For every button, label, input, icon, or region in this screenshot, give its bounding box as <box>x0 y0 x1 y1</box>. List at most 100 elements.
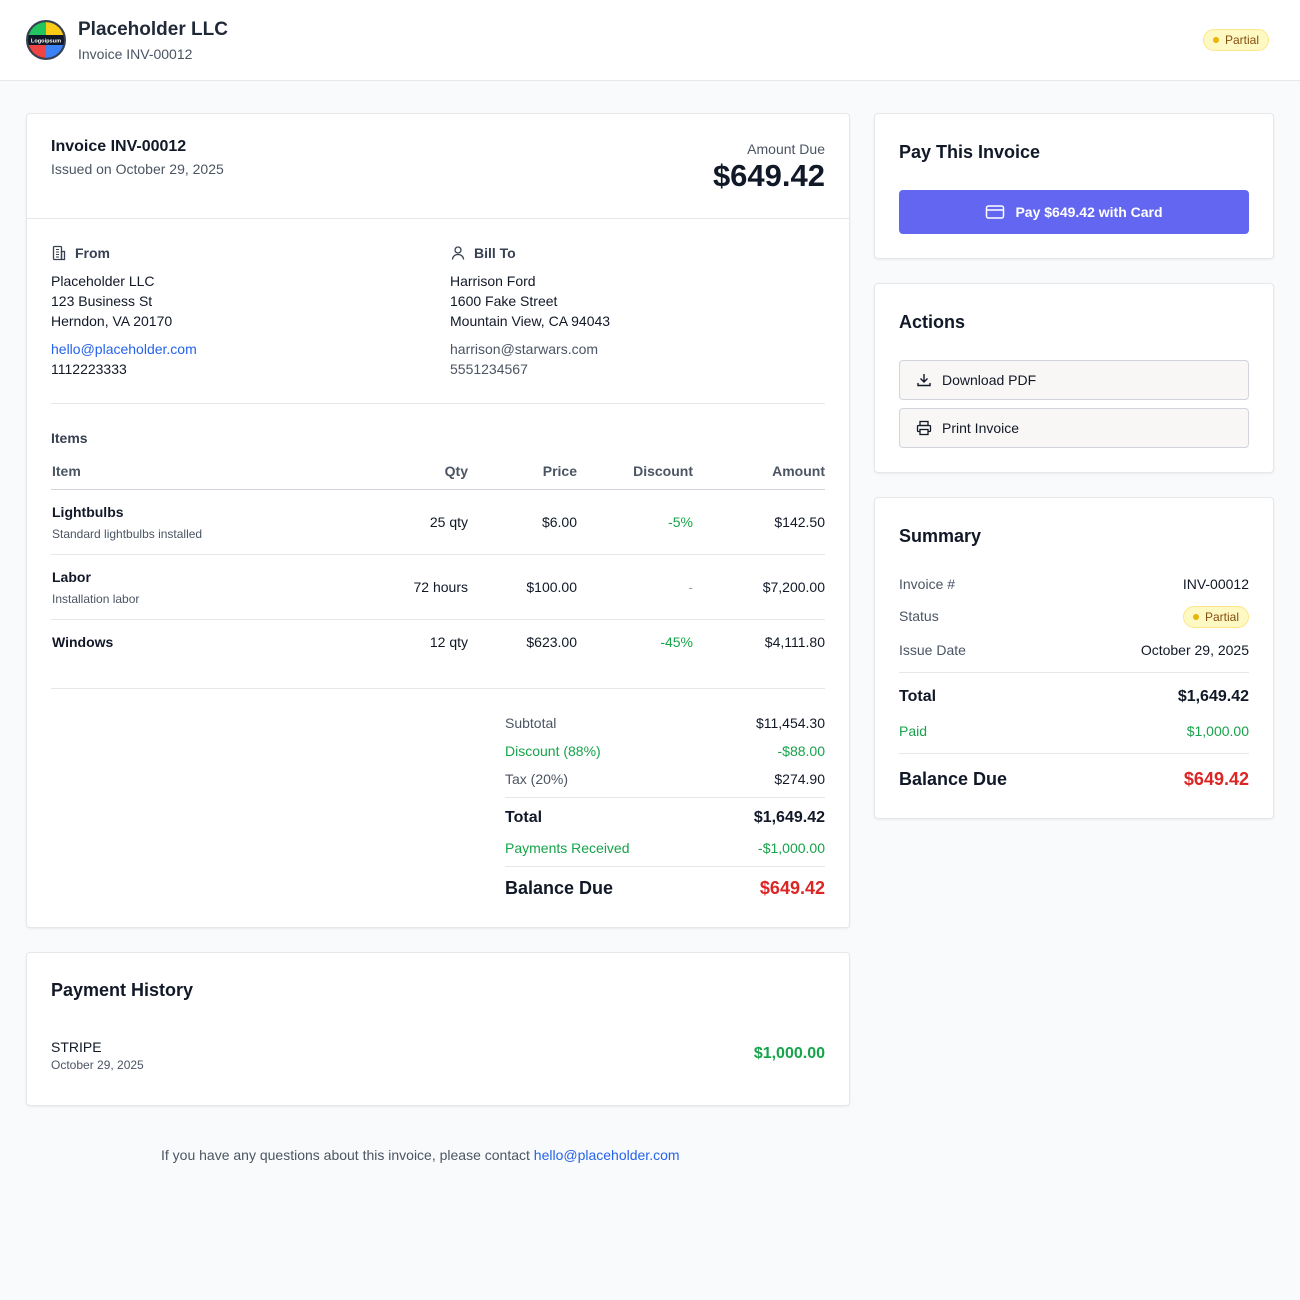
item-amount: $4,111.80 <box>764 634 825 650</box>
item-name: Windows <box>52 634 114 650</box>
company-logo: Logoipsum <box>26 20 66 60</box>
summary-total-value: $1,649.42 <box>1177 688 1249 705</box>
pay-invoice-card: Pay This Invoice Pay $649.42 with Card <box>874 113 1274 259</box>
header-divider <box>27 218 849 219</box>
summary-invoice-label: Invoice # <box>899 576 956 592</box>
subtotal-value: $11,454.30 <box>755 715 825 731</box>
summary-status-label: Status <box>899 608 939 624</box>
tax-label: Tax (20%) <box>505 771 569 787</box>
from-email-link[interactable]: hello@placeholder.com <box>51 341 197 357</box>
summary-card: Summary Invoice # INV-00012 Status Parti… <box>874 497 1274 819</box>
footer-email-link[interactable]: hello@placeholder.com <box>534 1147 680 1163</box>
summary-paid-label: Paid <box>899 723 928 739</box>
summary-paid-value: $1,000.00 <box>1186 723 1249 739</box>
item-name: Lightbulbs <box>52 504 124 520</box>
total-value: $1,649.42 <box>753 809 825 826</box>
item-description: Standard lightbulbs installed <box>52 527 203 541</box>
invoice-title: Invoice INV-00012 <box>51 138 187 155</box>
from-label-text: From <box>75 245 110 261</box>
discount-label: Discount (88%) <box>505 743 601 759</box>
amount-due-label: Amount Due <box>747 141 825 157</box>
payment-history-title: Payment History <box>51 980 194 1000</box>
amount-due-value: $649.42 <box>712 158 825 193</box>
item-name: Labor <box>52 569 91 585</box>
from-street: 123 Business St <box>51 293 153 309</box>
status-dot-icon <box>1213 37 1219 43</box>
from-phone: 1112223333 <box>51 361 127 377</box>
bill-to-phone: 5551234567 <box>450 361 528 377</box>
company-name: Placeholder LLC <box>78 19 228 40</box>
status-dot-icon <box>1192 614 1199 620</box>
item-description: Installation labor <box>52 592 140 606</box>
payment-method: STRIPE <box>51 1039 102 1055</box>
footer-text: If you have any questions about this inv… <box>161 1147 534 1163</box>
status-badge: Partial <box>1203 29 1270 51</box>
item-discount: -45% <box>660 634 693 650</box>
download-icon <box>917 374 931 387</box>
issued-date: Issued on October 29, 2025 <box>51 161 224 177</box>
footer-note: If you have any questions about this inv… <box>161 1147 680 1163</box>
pay-button-label: Pay $649.42 with Card <box>1015 204 1163 220</box>
balance-due-label: Balance Due <box>505 878 614 898</box>
item-qty: 72 hours <box>413 579 468 595</box>
header-invoice-number: Invoice INV-00012 <box>78 46 193 62</box>
payment-amount: $1,000.00 <box>753 1045 825 1062</box>
from-name: Placeholder LLC <box>51 273 155 289</box>
payment-date: October 29, 2025 <box>51 1058 144 1072</box>
balance-divider <box>505 866 825 867</box>
discount-value: -$88.00 <box>777 743 825 759</box>
logo-text: Logoipsum <box>31 39 61 45</box>
item-price: $6.00 <box>541 514 577 530</box>
bill-to-label-text: Bill To <box>474 245 516 261</box>
summary-invoice-value: INV-00012 <box>1182 576 1249 592</box>
from-city: Herndon, VA 20170 <box>51 313 173 329</box>
summary-status-badge: Partial <box>1182 606 1249 628</box>
bill-to-email: harrison@starwars.com <box>450 341 599 357</box>
col-price: Price <box>542 463 577 479</box>
summary-total-label: Total <box>899 688 937 705</box>
item-amount: $7,200.00 <box>762 579 825 595</box>
item-qty: 12 qty <box>429 634 468 650</box>
col-discount: Discount <box>633 463 693 479</box>
download-pdf-button[interactable]: Download PDF <box>899 360 1249 400</box>
summary-balance-label: Balance Due <box>899 769 1008 789</box>
invoice-card: Invoice INV-00012 Issued on October 29, … <box>26 113 850 928</box>
pay-card-title: Pay This Invoice <box>899 142 1041 162</box>
payment-history-card: Payment History STRIPE October 29, 2025 … <box>26 952 850 1106</box>
subtotal-label: Subtotal <box>505 715 557 731</box>
item-discount: - <box>688 579 693 595</box>
print-invoice-button[interactable]: Print Invoice <box>899 408 1249 448</box>
tax-value: $274.90 <box>774 771 825 787</box>
logo-mark-icon: Logoipsum <box>28 22 64 58</box>
summary-issue-date-value: October 29, 2025 <box>1140 642 1249 658</box>
col-qty: Qty <box>444 463 468 479</box>
actions-card: Actions Download PDF Print Invoice <box>874 283 1274 473</box>
top-bar: Logoipsum Placeholder LLC Invoice INV-00… <box>0 0 1300 81</box>
summary-title: Summary <box>899 526 982 546</box>
table-row: Lightbulbs Standard lightbulbs installed… <box>27 490 849 554</box>
payments-received-label: Payments Received <box>505 840 630 856</box>
item-amount: $142.50 <box>774 514 825 530</box>
bill-to-city: Mountain View, CA 94043 <box>450 313 611 329</box>
balance-due-value: $649.42 <box>759 878 825 898</box>
summary-divider <box>899 672 1249 673</box>
list-item: STRIPE October 29, 2025 $1,000.00 <box>27 1033 849 1077</box>
total-label: Total <box>505 809 543 826</box>
items-end-divider <box>51 688 825 689</box>
payments-received-value: -$1,000.00 <box>758 840 825 856</box>
bill-to-street: 1600 Fake Street <box>450 293 558 309</box>
item-qty: 25 qty <box>429 514 468 530</box>
col-item: Item <box>52 463 81 479</box>
user-icon <box>451 246 465 260</box>
summary-balance-divider <box>899 753 1249 754</box>
pay-with-card-button[interactable]: Pay $649.42 with Card <box>899 190 1249 234</box>
bill-to-name: Harrison Ford <box>450 273 536 289</box>
items-heading: Items <box>51 430 88 446</box>
bill-to-label: Bill To <box>450 245 516 261</box>
summary-status-value: Partial <box>1204 610 1239 624</box>
building-icon <box>52 245 66 261</box>
summary-issue-date-label: Issue Date <box>899 642 966 658</box>
from-label: From <box>51 245 110 261</box>
summary-balance-value: $649.42 <box>1183 769 1249 789</box>
status-badge-label: Partial <box>1225 33 1260 47</box>
